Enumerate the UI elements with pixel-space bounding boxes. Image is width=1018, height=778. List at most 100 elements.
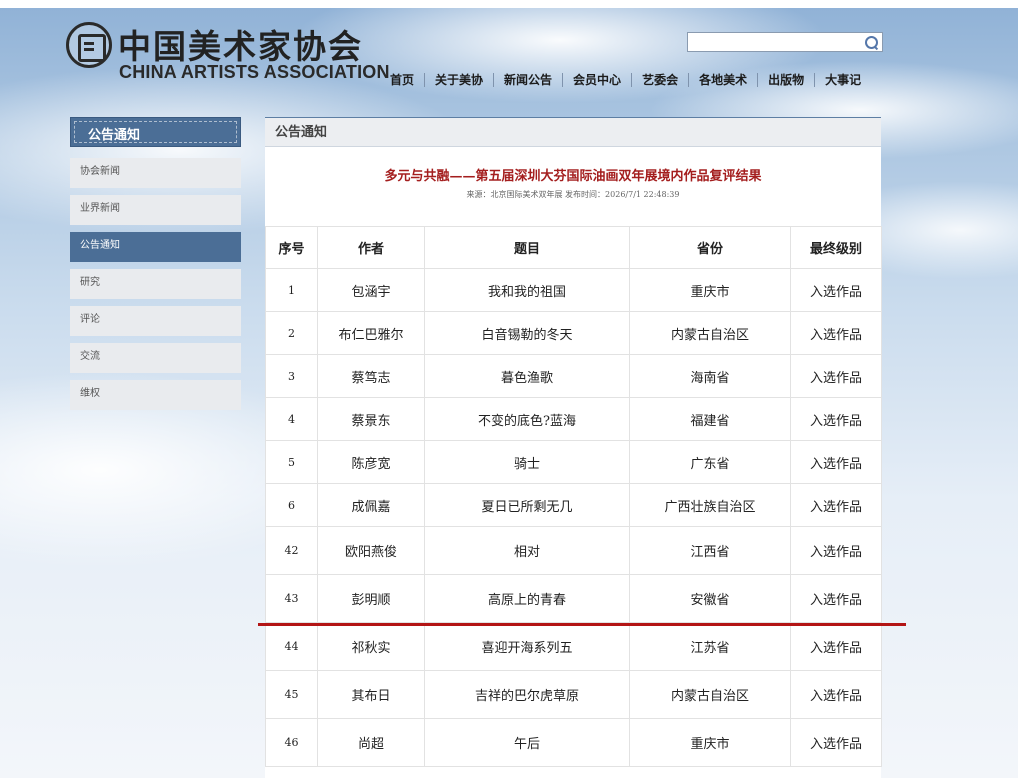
sidebar-title: 公告通知 — [88, 127, 141, 142]
search-input[interactable] — [692, 35, 866, 53]
cell-author: 蔡笃志 — [317, 354, 425, 398]
cell-level: 入选作品 — [790, 311, 882, 355]
search-icon[interactable] — [865, 36, 878, 49]
cell-index: 43 — [265, 574, 318, 623]
sidebar-item-association-news[interactable]: 协会新闻 — [70, 158, 241, 188]
table-row: 6 成佩嘉 夏日已所剩无几 广西壮族自治区 入选作品 — [265, 483, 882, 527]
table-row: 5 陈彦宽 骑士 广东省 入选作品 — [265, 440, 882, 484]
table-row: 44 祁秋实 喜迎开海系列五 江苏省 入选作品 — [265, 622, 882, 671]
cell-level: 入选作品 — [790, 574, 882, 623]
sidebar-item-industry-news[interactable]: 业界新闻 — [70, 195, 241, 225]
table-header-row: 序号 作者 题目 省份 最终级别 — [265, 226, 882, 269]
sidebar-menu: 协会新闻 业界新闻 公告通知 研究 评论 交流 维权 — [70, 158, 241, 417]
cell-province: 内蒙古自治区 — [629, 670, 791, 719]
sidebar-item-rights[interactable]: 维权 — [70, 380, 241, 410]
sidebar-item-announcements[interactable]: 公告通知 — [70, 232, 241, 262]
results-table: 序号 作者 题目 省份 最终级别 1 包涵宇 我和我的祖国 重庆市 入选作品 2… — [265, 226, 882, 767]
nav-regional-art[interactable]: 各地美术 — [688, 73, 757, 87]
nav-art-committee[interactable]: 艺委会 — [631, 73, 688, 87]
cell-level: 入选作品 — [790, 268, 882, 312]
cell-index: 42 — [265, 526, 318, 575]
nav-publications[interactable]: 出版物 — [757, 73, 814, 87]
cell-index: 1 — [265, 268, 318, 312]
cell-province: 江西省 — [629, 526, 791, 575]
main-nav: 首页 关于美协 新闻公告 会员中心 艺委会 各地美术 出版物 大事记 — [380, 70, 871, 90]
nav-news[interactable]: 新闻公告 — [493, 73, 562, 87]
logo-chinese-text: 中国美术家协会 — [118, 27, 363, 66]
table-row: 43 彭明顺 高原上的青春 安徽省 入选作品 — [265, 574, 882, 623]
article-title: 多元与共融——第五届深圳大芬国际油画双年展境内作品复评结果 — [384, 169, 762, 184]
sidebar-item-review[interactable]: 评论 — [70, 306, 241, 336]
cell-province: 江苏省 — [629, 622, 791, 671]
cell-author: 祁秋实 — [317, 622, 425, 671]
cell-index: 6 — [265, 483, 318, 527]
cell-author: 欧阳燕俊 — [317, 526, 425, 575]
cell-author: 其布日 — [317, 670, 425, 719]
table-row: 42 欧阳燕俊 相对 江西省 入选作品 — [265, 526, 882, 575]
cell-index: 44 — [265, 622, 318, 671]
cell-province: 重庆市 — [629, 718, 791, 767]
cell-title: 午后 — [424, 718, 630, 767]
cell-title: 骑士 — [424, 440, 630, 484]
cell-author: 陈彦宽 — [317, 440, 425, 484]
header-title: 题目 — [424, 226, 630, 269]
cell-level: 入选作品 — [790, 397, 882, 441]
cell-author: 蔡景东 — [317, 397, 425, 441]
cell-level: 入选作品 — [790, 670, 882, 719]
cell-index: 2 — [265, 311, 318, 355]
cell-title: 吉祥的巴尔虎草原 — [424, 670, 630, 719]
cell-index: 5 — [265, 440, 318, 484]
cell-province: 内蒙古自治区 — [629, 311, 791, 355]
cell-level: 入选作品 — [790, 440, 882, 484]
logo-english-text: CHINA ARTISTS ASSOCIATION — [119, 62, 390, 82]
cell-province: 重庆市 — [629, 268, 791, 312]
header-index: 序号 — [265, 226, 318, 269]
cell-level: 入选作品 — [790, 354, 882, 398]
header-level: 最终级别 — [790, 226, 882, 269]
cell-level: 入选作品 — [790, 718, 882, 767]
header-province: 省份 — [629, 226, 791, 269]
cell-index: 45 — [265, 670, 318, 719]
header-author: 作者 — [317, 226, 425, 269]
cell-index: 46 — [265, 718, 318, 767]
cell-province: 广东省 — [629, 440, 791, 484]
cell-author: 彭明顺 — [317, 574, 425, 623]
cell-author: 尚超 — [317, 718, 425, 767]
cell-author: 布仁巴雅尔 — [317, 311, 425, 355]
nav-home[interactable]: 首页 — [380, 73, 424, 87]
cell-author: 包涵宇 — [317, 268, 425, 312]
sidebar-item-exchange[interactable]: 交流 — [70, 343, 241, 373]
table-row: 3 蔡笃志 暮色渔歌 海南省 入选作品 — [265, 354, 882, 398]
section-title: 公告通知 — [265, 117, 881, 147]
cell-level: 入选作品 — [790, 483, 882, 527]
cell-index: 3 — [265, 354, 318, 398]
red-divider-line — [258, 623, 906, 626]
cell-title: 相对 — [424, 526, 630, 575]
association-seal-icon — [66, 22, 112, 68]
cell-title: 喜迎开海系列五 — [424, 622, 630, 671]
cell-province: 海南省 — [629, 354, 791, 398]
search-box[interactable] — [687, 32, 883, 53]
cell-title: 白音锡勒的冬天 — [424, 311, 630, 355]
nav-members[interactable]: 会员中心 — [562, 73, 631, 87]
sidebar-header: 公告通知 — [70, 117, 241, 147]
cell-title: 不变的底色?蓝海 — [424, 397, 630, 441]
cell-level: 入选作品 — [790, 526, 882, 575]
cell-index: 4 — [265, 397, 318, 441]
cell-province: 广西壮族自治区 — [629, 483, 791, 527]
main-content: 公告通知 多元与共融——第五届深圳大芬国际油画双年展境内作品复评结果 来源：北京… — [265, 117, 882, 778]
table-row: 45 其布日 吉祥的巴尔虎草原 内蒙古自治区 入选作品 — [265, 670, 882, 719]
table-row: 4 蔡景东 不变的底色?蓝海 福建省 入选作品 — [265, 397, 882, 441]
table-row: 46 尚超 午后 重庆市 入选作品 — [265, 718, 882, 767]
top-band — [0, 0, 1018, 8]
cell-author: 成佩嘉 — [317, 483, 425, 527]
cell-province: 福建省 — [629, 397, 791, 441]
cell-level: 入选作品 — [790, 622, 882, 671]
sidebar-item-research[interactable]: 研究 — [70, 269, 241, 299]
cell-title: 暮色渔歌 — [424, 354, 630, 398]
nav-about[interactable]: 关于美协 — [424, 73, 493, 87]
article-meta: 来源：北京国际美术双年展 发布时间：2026/7/1 22:48:39 — [466, 190, 680, 199]
nav-events[interactable]: 大事记 — [814, 73, 871, 87]
cell-title: 夏日已所剩无几 — [424, 483, 630, 527]
cell-title: 我和我的祖国 — [424, 268, 630, 312]
